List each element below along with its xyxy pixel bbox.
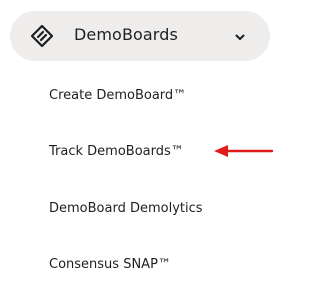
menu-header-title: DemoBoards bbox=[74, 25, 178, 44]
menu-item-consensus-snap[interactable]: Consensus SNAP™ bbox=[49, 256, 171, 274]
menu-item-create-demoboard[interactable]: Create DemoBoard™ bbox=[49, 87, 186, 105]
chevron-down-icon[interactable] bbox=[233, 29, 247, 43]
demoboards-logo-icon bbox=[30, 24, 56, 48]
menu-item-track-demoboards[interactable]: Track DemoBoards™ bbox=[49, 143, 184, 161]
red-pointer-arrow-icon bbox=[212, 143, 276, 159]
menu-item-demoboard-demolytics[interactable]: DemoBoard Demolytics bbox=[49, 200, 203, 218]
demoboards-menu-header[interactable]: DemoBoards bbox=[10, 11, 270, 61]
